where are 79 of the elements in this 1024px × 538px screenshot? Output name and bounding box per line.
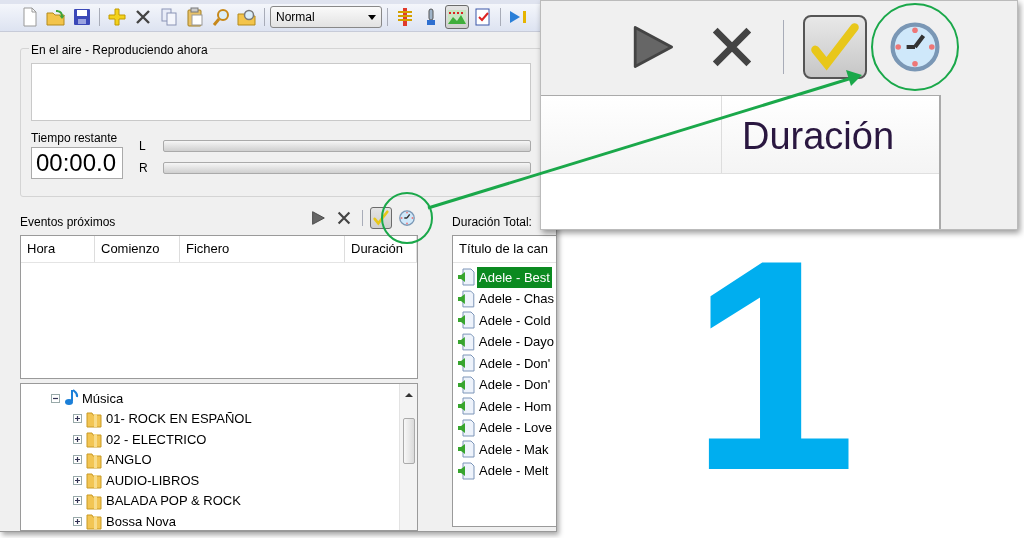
playlist-item[interactable]: Adele - Cold xyxy=(477,309,553,331)
audio-file-icon xyxy=(457,268,476,287)
audio-file-icon xyxy=(457,311,476,330)
expand-toggle[interactable] xyxy=(73,434,82,444)
channel-label: L xyxy=(139,137,147,155)
audio-file-icon xyxy=(457,461,476,480)
documents-icon xyxy=(159,7,179,28)
tree-item[interactable]: AUDIO-LIBROS xyxy=(106,470,200,490)
remaining-label: Tiempo restante xyxy=(31,129,119,147)
play-icon xyxy=(309,209,328,227)
expand-toggle[interactable] xyxy=(73,496,82,506)
folder-icon xyxy=(85,491,103,510)
plus-icon xyxy=(74,517,81,525)
toolbar-button[interactable] xyxy=(370,207,393,229)
expand-toggle[interactable] xyxy=(73,516,82,526)
column-header[interactable]: Fichero xyxy=(180,236,345,262)
playlist-item[interactable]: Adele - Don' xyxy=(477,374,553,396)
tree-item[interactable]: 02 - ELECTRICO xyxy=(106,429,207,449)
audio-file-icon xyxy=(457,375,476,394)
search-icon xyxy=(211,7,231,28)
tree-item[interactable]: ANGLO xyxy=(106,450,152,470)
playlist-item[interactable]: Adele - Melt xyxy=(477,460,551,482)
scroll-up-icon[interactable] xyxy=(404,392,413,398)
plus-icon xyxy=(74,476,81,484)
audio-file-icon xyxy=(457,332,475,351)
audio-file-icon xyxy=(457,354,476,373)
playlist-item[interactable]: Adele - Love xyxy=(477,417,555,439)
document-icon xyxy=(20,7,40,28)
total-duration-label: Duración Total: xyxy=(452,214,532,231)
playlist-item[interactable]: Adele - Dayo xyxy=(476,331,556,353)
section-title: Eventos próximos xyxy=(20,214,116,231)
plus-icon xyxy=(74,456,81,464)
audio-file-icon xyxy=(457,418,476,437)
audio-file-icon xyxy=(457,289,475,308)
expand-toggle[interactable] xyxy=(73,475,82,485)
playlist-item[interactable]: Adele - Hom xyxy=(477,395,554,417)
clipboard-icon xyxy=(185,7,205,28)
plus-icon xyxy=(74,415,81,423)
channel-label: R xyxy=(139,159,147,177)
column-header[interactable]: Comienzo xyxy=(95,236,180,262)
expand-toggle[interactable] xyxy=(73,455,82,465)
caret-icon xyxy=(368,14,376,20)
folder-icon xyxy=(85,471,103,490)
scrollbar[interactable] xyxy=(399,384,418,530)
expand-toggle[interactable] xyxy=(73,414,82,424)
mode-dropdown[interactable]: Normal xyxy=(270,6,382,29)
checklist-icon xyxy=(473,7,493,28)
audio-file-icon xyxy=(457,397,476,416)
playlist-item[interactable]: Adele - Best xyxy=(477,266,552,288)
plus-icon xyxy=(74,435,81,443)
column-header[interactable]: Duración xyxy=(345,236,418,262)
tree-item[interactable]: 01- ROCK EN ESPAÑOL xyxy=(106,409,252,429)
tree-item[interactable]: Bossa Nova xyxy=(106,511,177,530)
tree-item[interactable]: BALADA POP & ROCK xyxy=(106,491,241,511)
folder-icon xyxy=(85,430,103,449)
clock-icon xyxy=(398,209,417,227)
audio-file-icon xyxy=(457,440,476,459)
folder-search-icon xyxy=(237,7,257,28)
folder-icon xyxy=(85,409,103,428)
collapse-toggle[interactable] xyxy=(51,393,60,403)
column-header[interactable]: Hora xyxy=(21,236,95,262)
playlist-item[interactable]: Adele - Don' xyxy=(477,352,553,374)
tree-item[interactable]: Música xyxy=(82,388,124,408)
folder-icon xyxy=(85,512,103,530)
toolbar-button[interactable] xyxy=(445,5,469,30)
column-header[interactable]: Título de la can xyxy=(453,236,554,262)
playlist-item[interactable]: Adele - Chas xyxy=(476,288,556,310)
folder-icon xyxy=(85,450,103,469)
scroll-thumb[interactable] xyxy=(402,418,415,464)
plus-icon xyxy=(107,7,127,28)
playlist-item[interactable]: Adele - Mak xyxy=(477,438,551,460)
step-number: 1 xyxy=(690,215,857,515)
checkmark-icon xyxy=(372,209,391,227)
music-note-icon xyxy=(63,389,79,408)
plus-icon xyxy=(74,497,81,505)
toolbar-button[interactable] xyxy=(803,15,867,79)
folder-icon xyxy=(46,7,66,28)
remaining-time: 00:00.0 xyxy=(31,146,123,179)
level-meter-icon xyxy=(395,7,415,28)
